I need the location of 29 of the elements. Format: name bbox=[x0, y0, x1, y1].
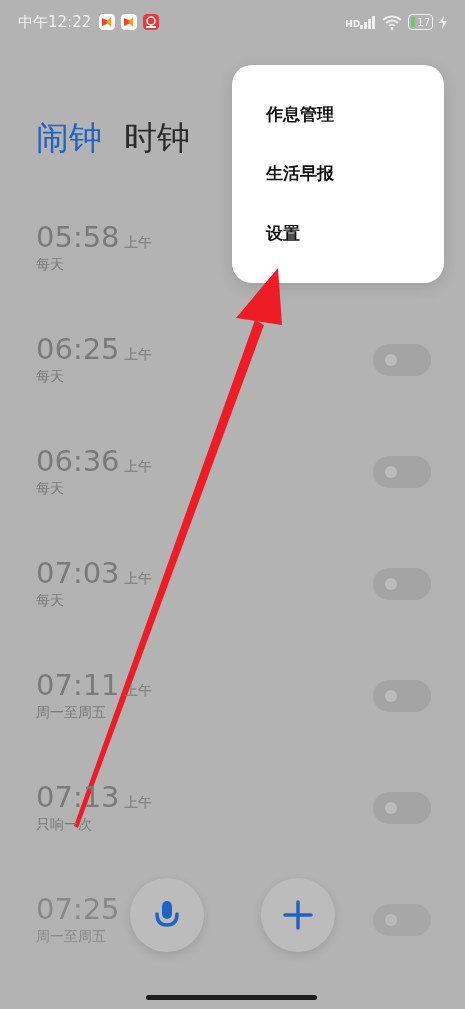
alarm-repeat: 每天 bbox=[36, 256, 64, 274]
signal-icon bbox=[360, 15, 377, 29]
alarm-time: 07:11 bbox=[36, 668, 120, 702]
tab[interactable]: 时钟 bbox=[124, 106, 190, 170]
alarm-time: 06:25 bbox=[36, 332, 120, 366]
alarm-repeat: 每天 bbox=[36, 592, 64, 610]
alarm-time: 07:03 bbox=[36, 556, 120, 590]
status-time: 中午12:22 bbox=[18, 12, 92, 32]
alarm-repeat: 每天 bbox=[36, 368, 64, 386]
alarm-time: 05:58 bbox=[36, 220, 120, 254]
app-notification-icon bbox=[121, 14, 138, 30]
alarm-time: 06:36 bbox=[36, 444, 120, 478]
charging-icon bbox=[439, 15, 447, 29]
alarm-toggle[interactable] bbox=[373, 344, 431, 376]
alarm-repeat: 每天 bbox=[36, 480, 64, 498]
hd-label: HD bbox=[345, 20, 361, 29]
microphone-icon bbox=[154, 900, 180, 930]
menu-item[interactable]: 作息管理 bbox=[232, 85, 444, 145]
battery-indicator: 17 bbox=[408, 14, 433, 30]
alarm-toggle[interactable] bbox=[373, 792, 431, 824]
wifi-icon bbox=[382, 14, 403, 30]
menu-item[interactable]: 生活早报 bbox=[232, 144, 444, 204]
app-notification-icon bbox=[99, 14, 116, 30]
menu-item[interactable]: 设置 bbox=[232, 203, 444, 263]
alarm-toggle[interactable] bbox=[373, 680, 431, 712]
plus-icon bbox=[283, 900, 313, 930]
app-notification-icon bbox=[143, 14, 160, 30]
alarm-toggle[interactable] bbox=[373, 568, 431, 600]
alarm-toggle[interactable] bbox=[373, 456, 431, 488]
